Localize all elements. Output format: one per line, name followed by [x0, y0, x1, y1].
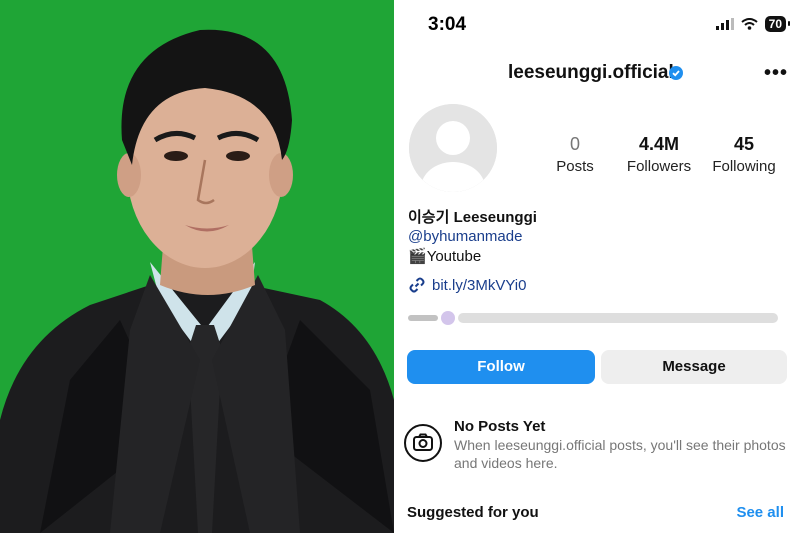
verified-badge-icon: [669, 66, 683, 80]
followers-label: Followers: [626, 158, 692, 175]
avatar[interactable]: [409, 104, 497, 192]
profile-photo: [0, 0, 394, 533]
following-label: Following: [712, 158, 776, 175]
follow-button[interactable]: Follow: [407, 350, 595, 384]
stat-following[interactable]: 45 Following: [704, 133, 784, 176]
posts-label: Posts: [556, 158, 594, 175]
wifi-icon: [741, 18, 758, 30]
following-count: 45: [733, 134, 755, 154]
bio-link-text: bit.ly/3MkVYi0: [432, 276, 527, 294]
camera-icon: [413, 433, 433, 451]
battery-icon: 70: [764, 16, 791, 32]
username: leeseunggi.official: [508, 62, 674, 83]
default-avatar-icon: [409, 104, 497, 192]
posts-count: 0: [569, 134, 580, 154]
display-name: 이승기 Leeseunggi: [408, 209, 537, 226]
profile-header: leeseunggi.official •••: [398, 58, 800, 90]
stat-followers[interactable]: 4.4M Followers: [622, 133, 696, 176]
man-in-black-suit-illustration: [0, 0, 394, 533]
status-icons: 70: [715, 16, 791, 32]
see-all-link[interactable]: See all: [736, 504, 784, 521]
clapperboard-icon: 🎬: [408, 248, 427, 265]
status-bar: 3:04 70: [398, 0, 800, 48]
message-button[interactable]: Message: [601, 350, 787, 384]
status-time: 3:04: [428, 14, 467, 35]
bio-line: 🎬Youtube: [408, 247, 481, 265]
empty-state-title: No Posts Yet: [454, 418, 546, 435]
followers-count: 4.4M: [638, 134, 680, 154]
signal-icon: [715, 18, 734, 30]
bio-text: Youtube: [426, 248, 482, 265]
instagram-profile-screen: 3:04 70 leeseunggi.official ••• 0 Posts …: [394, 0, 800, 533]
more-options-icon[interactable]: •••: [764, 62, 788, 85]
empty-posts-camera: [404, 424, 442, 462]
empty-state-description: When leeseunggi.official posts, you'll s…: [454, 437, 786, 471]
stat-posts: 0 Posts: [545, 133, 605, 176]
suggested-for-you-heading: Suggested for you: [407, 504, 539, 521]
bio-external-link[interactable]: bit.ly/3MkVYi0: [408, 276, 526, 294]
link-icon: [409, 277, 425, 293]
bio-mention-link[interactable]: @byhumanmade: [408, 228, 522, 245]
blurred-bio-text: [408, 311, 778, 325]
